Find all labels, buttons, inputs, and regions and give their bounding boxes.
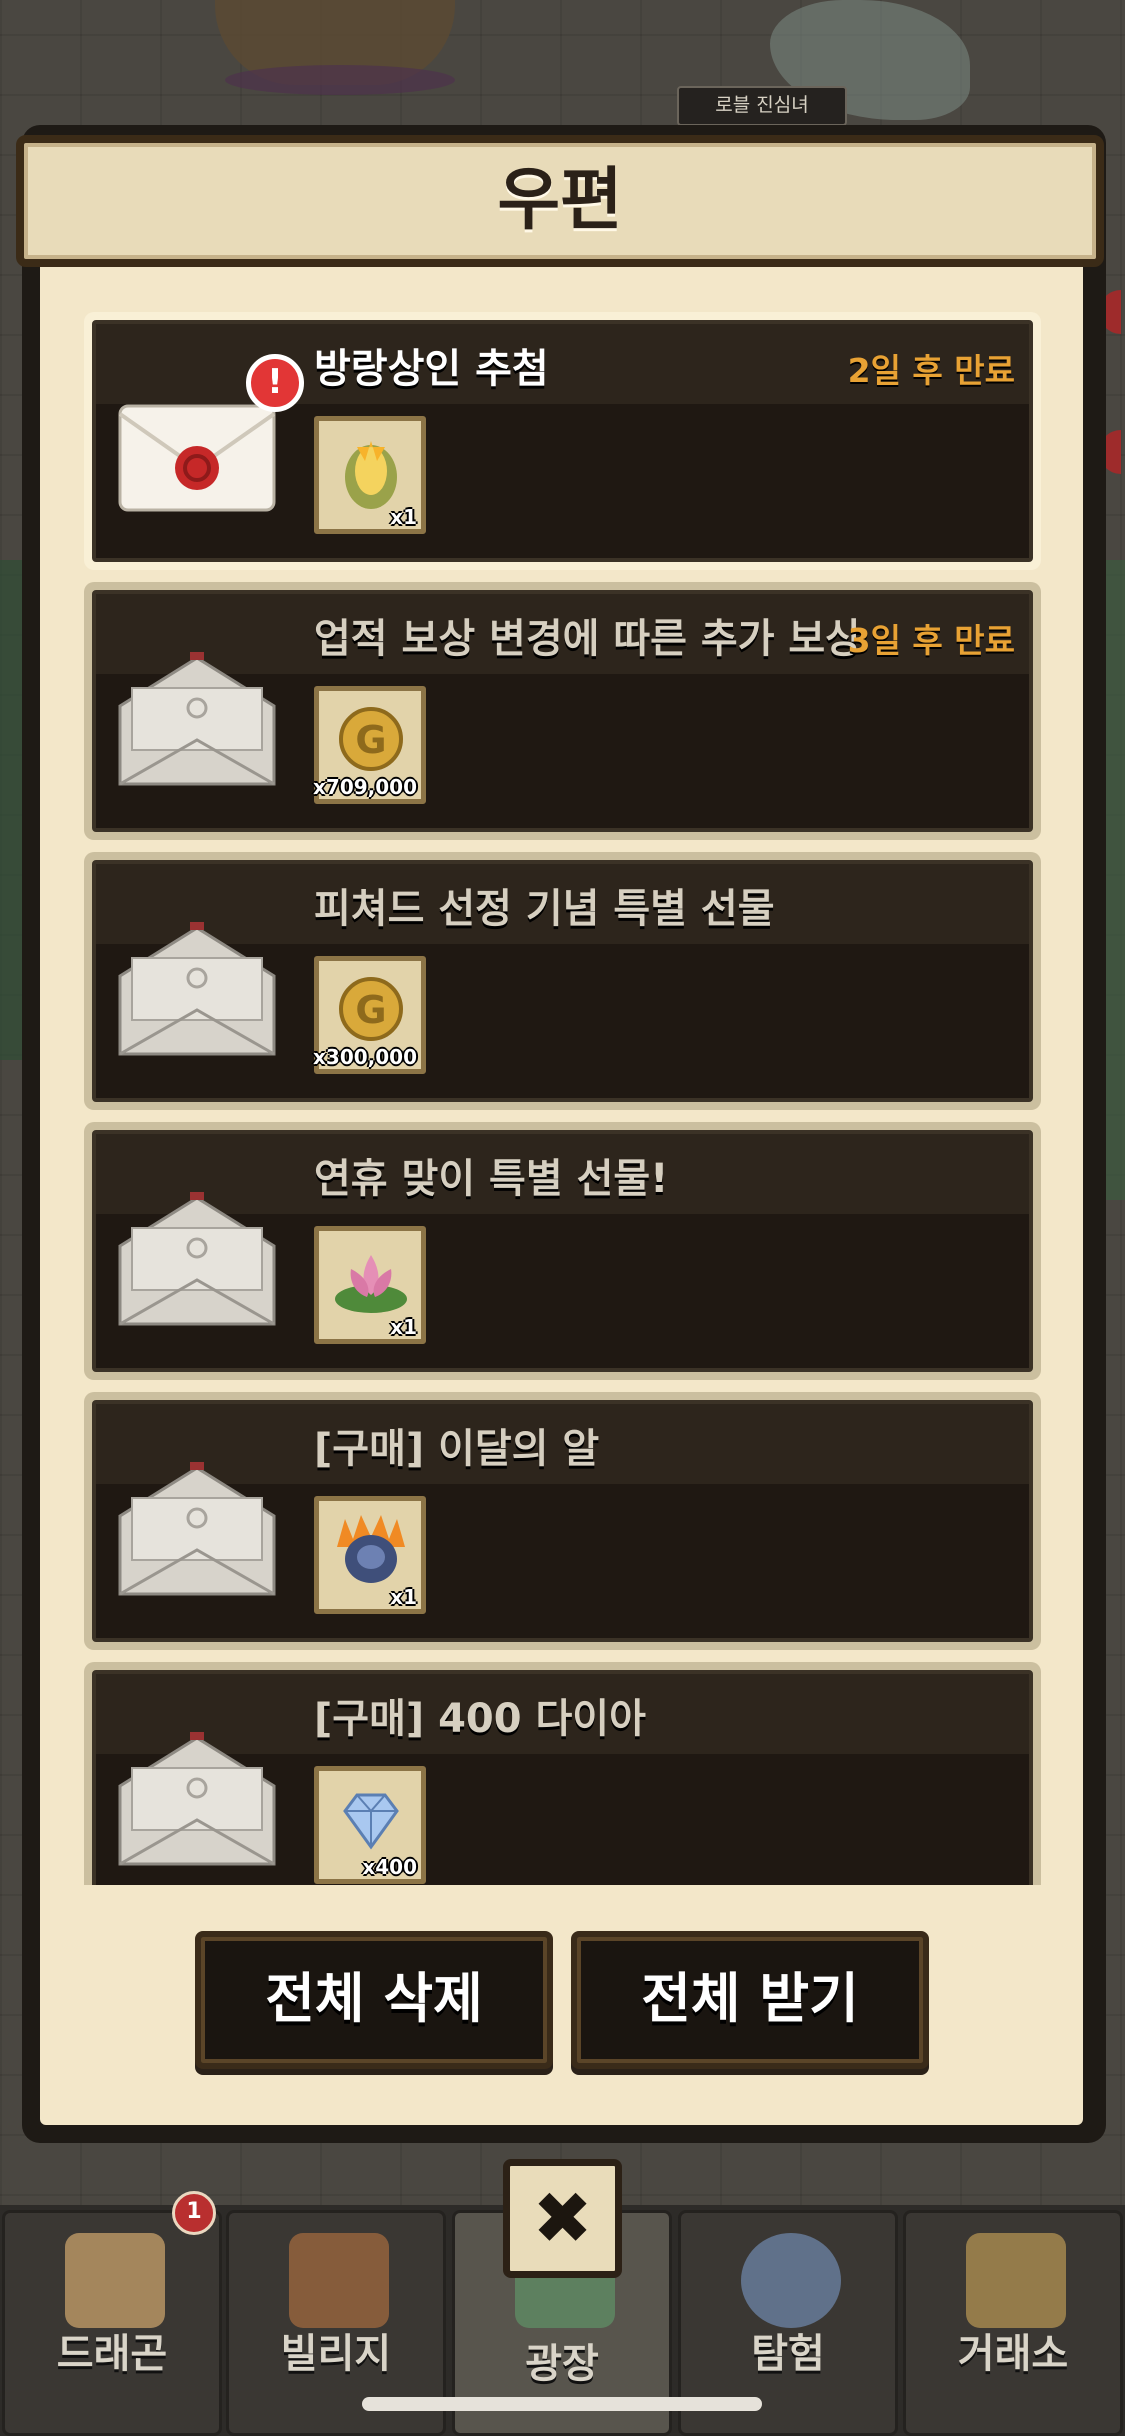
close-button[interactable]: ✖ (503, 2159, 622, 2278)
mail-expiry: 3일 후 만료 (847, 621, 1015, 660)
mail-item-body: 연휴 맞이 특별 선물! x1 (92, 1130, 1033, 1372)
delete-all-button[interactable]: 전체 삭제 (195, 1931, 553, 2069)
page-title: 우편 (497, 161, 623, 240)
background-creature (215, 0, 455, 95)
mail-item[interactable]: 업적 보상 변경에 따른 추가 보상 3일 후 만료 G x709,000 (84, 582, 1041, 840)
opened-envelope-icon (118, 922, 276, 1056)
svg-text:G: G (355, 988, 386, 1032)
reward-slot[interactable]: G x709,000 (313, 686, 426, 804)
mail-item-body: [구매] 400 다이아 x400 (92, 1670, 1033, 1885)
nav-tab-label: 빌리지 (280, 2331, 392, 2377)
mail-item[interactable]: [구매] 400 다이아 x400 (84, 1662, 1041, 1885)
reward-slot[interactable]: x1 (314, 416, 426, 534)
mail-item-body: 피쳐드 선정 기념 특별 선물 G x300,000 (92, 860, 1033, 1102)
mail-title: [구매] 이달의 알 (314, 1426, 600, 1472)
mail-title: 업적 보상 변경에 따른 추가 보상 (314, 616, 863, 662)
compass-icon (741, 2233, 841, 2328)
reward-slot[interactable]: G x300,000 (313, 956, 426, 1074)
opened-envelope-icon (118, 652, 276, 786)
svg-text:G: G (355, 718, 386, 762)
opened-envelope-icon (118, 1732, 276, 1866)
mail-item-body: 업적 보상 변경에 따른 추가 보상 3일 후 만료 G x709,000 (92, 590, 1033, 832)
background-foliage (1105, 560, 1125, 1200)
close-icon: ✖ (532, 2176, 593, 2260)
notification-badge: 1 (172, 2191, 216, 2235)
reward-quantity: x709,000 (313, 775, 417, 799)
mail-title: 연휴 맞이 특별 선물! (314, 1156, 669, 1202)
opened-envelope-icon (118, 1192, 276, 1326)
mail-list[interactable]: ! 방랑상인 추첨 2일 후 만료 x1 업적 보상 변경에 따른 추가 보상 … (84, 305, 1044, 1885)
nav-tab-label: 드래곤 (56, 2331, 168, 2377)
reward-slot[interactable]: x1 (314, 1226, 426, 1344)
gold-coin-icon: G (339, 707, 403, 771)
nav-tab-label: 탐험 (751, 2331, 825, 2377)
reward-slot[interactable]: x400 (314, 1766, 426, 1884)
receive-all-button[interactable]: 전체 받기 (571, 1931, 929, 2069)
reward-slot[interactable]: x1 (314, 1496, 426, 1614)
mail-item[interactable]: 피쳐드 선정 기념 특별 선물 G x300,000 (84, 852, 1041, 1110)
mail-item-body: [구매] 이달의 알 x1 (92, 1400, 1033, 1642)
reward-quantity: x300,000 (313, 1045, 417, 1069)
golden-egg-icon (345, 441, 397, 509)
diamond-icon (343, 1793, 399, 1850)
nav-tab-dragon[interactable]: 드래곤 (2, 2210, 222, 2436)
mail-item[interactable]: ! 방랑상인 추첨 2일 후 만료 x1 (84, 312, 1041, 570)
mail-title: [구매] 400 다이아 (314, 1696, 646, 1742)
scale-icon (966, 2233, 1066, 2328)
mail-title: 피쳐드 선정 기념 특별 선물 (314, 886, 775, 932)
mail-item-body: ! 방랑상인 추첨 2일 후 만료 x1 (92, 320, 1033, 562)
npc-nametag: 로블 진심녀 (677, 86, 847, 126)
opened-envelope-icon (118, 1462, 276, 1596)
mail-modal-header: 우편 (16, 135, 1104, 267)
reward-quantity: x1 (390, 1315, 417, 1339)
dragon-icon (65, 2233, 165, 2328)
fire-egg-icon (337, 1515, 405, 1583)
reward-quantity: x1 (390, 505, 417, 529)
receive-all-label: 전체 받기 (641, 1967, 859, 2030)
nav-tab-label: 광장 (525, 2341, 599, 2387)
reward-quantity: x1 (390, 1585, 417, 1609)
lotus-icon (335, 1255, 407, 1313)
mail-item[interactable]: 연휴 맞이 특별 선물! x1 (84, 1122, 1041, 1380)
reward-quantity: x400 (362, 1855, 417, 1879)
nav-tab-exchange[interactable]: 거래소 (903, 2210, 1123, 2436)
gold-coin-icon: G (339, 977, 403, 1041)
mail-title: 방랑상인 추첨 (314, 346, 549, 392)
village-icon (289, 2233, 389, 2328)
background-foliage (0, 560, 22, 1060)
delete-all-label: 전체 삭제 (265, 1967, 483, 2030)
new-mail-alert-icon: ! (246, 354, 304, 412)
home-indicator[interactable] (362, 2397, 762, 2411)
nav-tab-label: 거래소 (957, 2331, 1069, 2377)
mail-expiry: 2일 후 만료 (847, 351, 1015, 390)
mail-item[interactable]: [구매] 이달의 알 x1 (84, 1392, 1041, 1650)
